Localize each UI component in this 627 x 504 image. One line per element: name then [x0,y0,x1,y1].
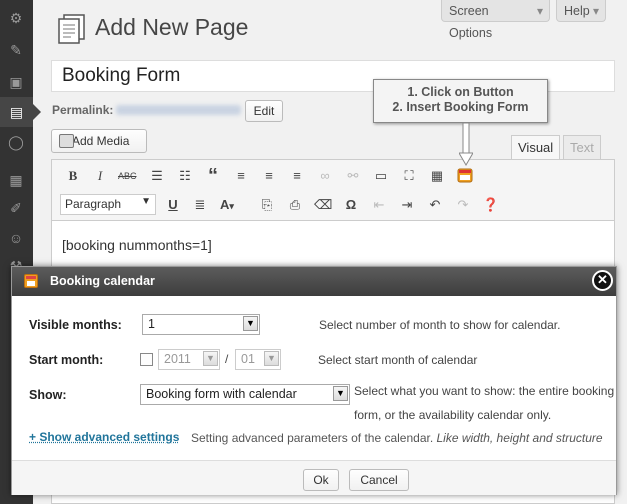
media-icon[interactable]: ▣ [6,72,26,92]
appearance-icon[interactable]: ▦ [6,170,26,190]
bullet-list-icon[interactable]: ☰ [148,167,166,185]
booking-calendar-dialog: Booking calendar ✕ Visible months: 1 ▼ S… [11,266,617,495]
show-advanced-settings-link[interactable]: + Show advanced settings [29,430,179,444]
plugins-icon[interactable]: ✐ [6,198,26,218]
show-description-line-1: Select what you want to show: the entire… [354,384,615,398]
fullscreen-icon[interactable]: ⛶ [400,167,418,185]
paste-word-icon[interactable]: ⎙ [286,196,304,214]
align-left-icon[interactable]: ≡ [232,167,250,185]
justify-icon[interactable]: ≣ [191,196,209,214]
tab-visual[interactable]: Visual [511,135,561,159]
visible-months-select[interactable]: 1 ▼ [142,314,260,335]
callout-line-2: 2. Insert Booking Form [392,100,529,114]
dialog-title: Booking calendar [50,274,155,288]
permalink-label: Permalink: [52,103,114,117]
callout-arrow-icon [459,123,473,166]
editor-shortcode-text: [booking nummonths=1] [62,237,212,253]
edit-permalink-button[interactable]: Edit [245,100,283,122]
strikethrough-icon[interactable]: ABC [118,167,137,185]
help-button[interactable]: Help [556,0,606,22]
users-icon[interactable]: ☺ [6,228,26,248]
numbered-list-icon[interactable]: ☷ [176,167,194,185]
unlink-icon[interactable]: ⚯ [344,167,362,185]
add-media-label: Add Media [72,134,130,148]
undo-icon[interactable]: ↶ [426,196,444,214]
close-icon[interactable]: ✕ [592,270,613,291]
outdent-icon[interactable]: ⇤ [370,196,388,214]
tab-text[interactable]: Text [563,135,601,159]
blockquote-icon[interactable]: “ [204,166,222,186]
advanced-description-italic: Like width, height and structure [436,431,603,445]
kitchen-sink-icon[interactable]: ▦ [428,167,446,185]
start-month-select[interactable]: 01 ▼ [235,349,281,370]
pin-icon[interactable]: ✎ [6,40,26,60]
chevron-down-icon: ▼ [141,196,151,207]
indent-icon[interactable]: ⇥ [398,196,416,214]
chevron-down-icon: ▼ [243,316,258,331]
page-title: Add New Page [95,14,249,40]
chevron-down-icon: ▼ [333,386,348,401]
underline-icon[interactable]: U [164,196,182,214]
show-description-line-2: form, or the availability calendar only. [354,408,552,422]
cancel-button[interactable]: Cancel [349,469,409,491]
media-icon [59,134,74,148]
paste-text-icon[interactable]: ⎘ [258,196,276,214]
chevron-down-icon: ▼ [203,351,218,366]
format-select[interactable]: Paragraph ▼ [60,194,156,215]
start-year-value: 2011 [164,352,191,366]
start-month-description: Select start month of calendar [318,353,478,367]
comments-icon[interactable]: ◯ [6,132,26,152]
align-right-icon[interactable]: ≡ [288,167,306,185]
text-color-icon[interactable]: A▾ [218,196,236,214]
help-icon[interactable]: ❓ [482,196,500,214]
ok-button[interactable]: Ok [303,469,339,491]
add-media-button[interactable]: Add Media [51,129,147,153]
advanced-settings-description: Setting advanced parameters of the calen… [191,431,603,445]
dashboard-icon[interactable]: ⚙ [6,8,26,28]
redo-icon[interactable]: ↷ [454,196,472,214]
pages-header-icon [58,14,85,44]
visible-months-description: Select number of month to show for calen… [319,318,561,332]
pages-icon[interactable]: ▤ [0,97,41,127]
show-label: Show: [29,388,67,402]
visible-months-value: 1 [148,317,155,331]
start-month-label: Start month: [29,353,104,367]
show-select[interactable]: Booking form with calendar ▼ [140,384,350,405]
special-character-icon[interactable]: Ω [342,196,360,214]
screen-options-button[interactable]: Screen Options [441,0,550,40]
callout-line-1: 1. Click on Button [407,85,514,99]
align-center-icon[interactable]: ≡ [260,167,278,185]
start-month-value: 01 [241,352,255,366]
calendar-icon [24,274,38,288]
start-year-select[interactable]: 2011 ▼ [158,349,220,370]
format-select-value: Paragraph [65,197,122,211]
show-value: Booking form with calendar [146,387,297,401]
chevron-down-icon: ▼ [264,351,279,366]
more-tag-icon[interactable]: ▭ [372,167,390,185]
date-separator: / [225,352,229,366]
clear-formatting-icon[interactable]: ⌫ [314,196,332,214]
bold-icon[interactable]: B [64,167,82,185]
booking-calendar-insert-icon[interactable] [456,167,474,185]
instruction-callout: 1. Click on Button 2. Insert Booking For… [373,79,548,123]
italic-icon[interactable]: I [91,167,109,185]
start-month-checkbox[interactable] [140,353,153,366]
link-icon[interactable]: ∞ [316,167,334,185]
visible-months-label: Visible months: [29,318,122,332]
advanced-description-text: Setting advanced parameters of the calen… [191,431,434,445]
permalink-url-blurred[interactable] [116,105,241,115]
